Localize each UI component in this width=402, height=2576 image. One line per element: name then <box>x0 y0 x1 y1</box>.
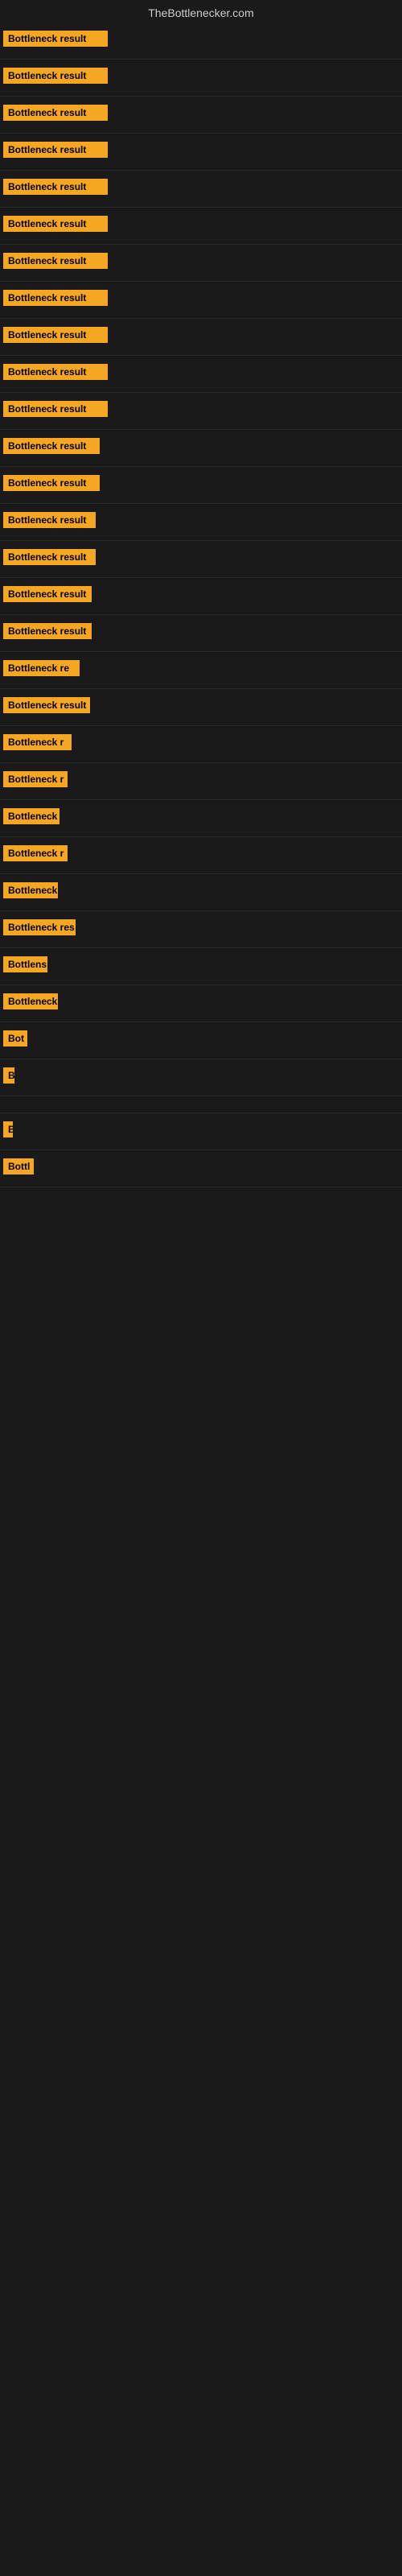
bottleneck-result-badge[interactable]: Bottleneck result <box>3 179 108 195</box>
bottleneck-result-badge[interactable]: Bottleneck result <box>3 142 108 158</box>
list-item: Bottleneck result <box>0 282 402 319</box>
bottleneck-result-badge[interactable]: B <box>3 1121 13 1137</box>
list-item: Bottleneck result <box>0 319 402 356</box>
bottleneck-result-badge[interactable]: Bottleneck result <box>3 438 100 454</box>
bottleneck-result-badge[interactable]: Bottleneck result <box>3 697 90 713</box>
bottleneck-result-badge[interactable]: Bottl <box>3 1158 34 1174</box>
bottleneck-result-badge[interactable]: Bottleneck result <box>3 31 108 47</box>
bottleneck-result-badge[interactable]: Bottleneck <box>3 993 58 1009</box>
list-item: Bottlens <box>0 948 402 985</box>
bottleneck-result-badge[interactable]: Bottleneck result <box>3 586 92 602</box>
list-item: Bot <box>0 1022 402 1059</box>
list-item: Bottleneck <box>0 800 402 837</box>
bottleneck-result-badge[interactable]: Bottleneck result <box>3 512 96 528</box>
list-item: Bottleneck result <box>0 356 402 393</box>
list-item: Bottleneck <box>0 985 402 1022</box>
bottleneck-result-badge[interactable]: Bot <box>3 1030 27 1046</box>
bottleneck-result-badge[interactable]: Bottlens <box>3 956 47 972</box>
bottleneck-result-badge[interactable]: Bottleneck result <box>3 549 96 565</box>
bottleneck-result-badge[interactable]: Bottleneck <box>3 808 59 824</box>
list-item <box>0 1096 402 1113</box>
list-item: Bottleneck result <box>0 689 402 726</box>
list-item: Bottleneck result <box>0 504 402 541</box>
list-item: Bottleneck result <box>0 541 402 578</box>
list-item: B <box>0 1059 402 1096</box>
list-item: Bottleneck result <box>0 23 402 60</box>
bottleneck-result-badge[interactable]: Bottleneck result <box>3 290 108 306</box>
list-item: Bottleneck result <box>0 615 402 652</box>
items-container: Bottleneck result Bottleneck result Bottle… <box>0 23 402 1187</box>
list-item: Bottleneck result <box>0 245 402 282</box>
bottleneck-result-badge[interactable]: Bottleneck result <box>3 364 108 380</box>
bottleneck-result-badge[interactable]: Bottleneck result <box>3 253 108 269</box>
list-item: Bottleneck re <box>0 652 402 689</box>
bottleneck-result-badge[interactable]: Bottleneck res <box>3 919 76 935</box>
bottleneck-result-badge[interactable]: Bottleneck result <box>3 623 92 639</box>
bottleneck-result-badge[interactable]: Bottleneck result <box>3 68 108 84</box>
bottleneck-result-badge[interactable]: Bottleneck r <box>3 845 68 861</box>
bottleneck-result-badge[interactable]: Bottleneck result <box>3 105 108 121</box>
list-item: B <box>0 1113 402 1150</box>
list-item: Bottleneck result <box>0 60 402 97</box>
site-header: TheBottlenecker.com <box>0 0 402 23</box>
list-item: Bottleneck result <box>0 430 402 467</box>
list-item: Bottleneck result <box>0 208 402 245</box>
list-item: Bottleneck result <box>0 97 402 134</box>
bottleneck-result-badge[interactable]: Bottleneck result <box>3 401 108 417</box>
list-item: Bottleneck r <box>0 837 402 874</box>
bottleneck-result-badge[interactable]: Bottleneck r <box>3 771 68 787</box>
bottleneck-result-badge[interactable]: Bottleneck <box>3 882 58 898</box>
list-item: Bottleneck result <box>0 467 402 504</box>
list-item: Bottleneck res <box>0 911 402 948</box>
bottleneck-result-badge[interactable]: B <box>3 1067 14 1084</box>
list-item: Bottleneck result <box>0 134 402 171</box>
list-item: Bottleneck result <box>0 578 402 615</box>
bottleneck-result-badge[interactable]: Bottleneck r <box>3 734 72 750</box>
list-item: Bottleneck result <box>0 171 402 208</box>
bottleneck-result-badge[interactable]: Bottleneck re <box>3 660 80 676</box>
bottleneck-result-badge[interactable]: Bottleneck result <box>3 216 108 232</box>
list-item: Bottleneck r <box>0 763 402 800</box>
site-title: TheBottlenecker.com <box>148 6 254 19</box>
bottleneck-result-badge[interactable]: Bottleneck result <box>3 475 100 491</box>
list-item: Bottleneck <box>0 874 402 911</box>
list-item: Bottl <box>0 1150 402 1187</box>
bottleneck-result-badge[interactable]: Bottleneck result <box>3 327 108 343</box>
list-item: Bottleneck r <box>0 726 402 763</box>
list-item: Bottleneck result <box>0 393 402 430</box>
